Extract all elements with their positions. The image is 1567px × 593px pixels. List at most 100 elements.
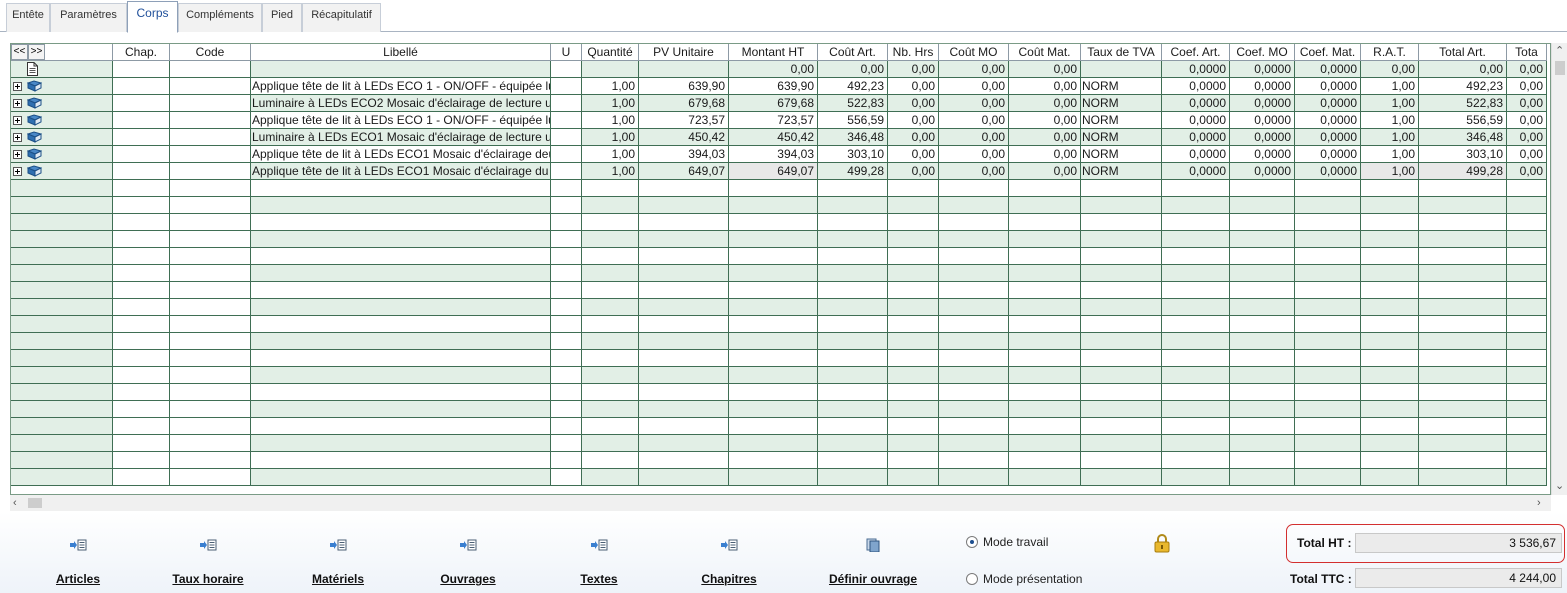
cell-cout-mat[interactable] bbox=[1009, 435, 1081, 452]
cell-total-art[interactable] bbox=[1419, 316, 1507, 333]
cell-montant-ht[interactable]: 639,90 bbox=[729, 78, 818, 95]
cell-cout-mo[interactable] bbox=[939, 418, 1009, 435]
cell-quantite[interactable] bbox=[582, 350, 639, 367]
empty-row[interactable] bbox=[11, 299, 1550, 316]
cell-coef-mat[interactable] bbox=[1295, 350, 1361, 367]
cell-cout-mat[interactable] bbox=[1009, 384, 1081, 401]
scroll-columns-left-button[interactable]: << bbox=[11, 44, 28, 60]
cell-coef-mat[interactable] bbox=[1295, 197, 1361, 214]
cell-libelle[interactable]: Applique tête de lit à LEDs ECO 1 - ON/O… bbox=[251, 78, 551, 95]
cell-cout-mat[interactable] bbox=[1009, 333, 1081, 350]
cell-coef-art[interactable] bbox=[1162, 384, 1230, 401]
lock-icon[interactable] bbox=[1153, 533, 1171, 553]
cell-chap[interactable] bbox=[113, 367, 170, 384]
cell-libelle[interactable] bbox=[251, 61, 551, 78]
scroll-columns-right-button[interactable]: >> bbox=[28, 44, 45, 60]
cell-pv-unitaire[interactable]: 394,03 bbox=[639, 146, 729, 163]
cell-coef-mat[interactable] bbox=[1295, 469, 1361, 486]
cell-rat[interactable]: 1,00 bbox=[1361, 146, 1419, 163]
expand-icon[interactable] bbox=[13, 150, 22, 159]
cell-nb-hrs[interactable] bbox=[888, 248, 939, 265]
cell-nb-hrs[interactable] bbox=[888, 214, 939, 231]
cell-total[interactable] bbox=[1507, 231, 1547, 248]
cell-coef-art[interactable] bbox=[1162, 350, 1230, 367]
column-header-code[interactable]: Code bbox=[170, 44, 251, 61]
cell-rat[interactable] bbox=[1361, 367, 1419, 384]
mode-presentation-radio[interactable]: Mode présentation bbox=[966, 572, 1082, 586]
table-row-2[interactable]: Applique tête de lit à LEDs ECO 1 - ON/O… bbox=[11, 112, 1550, 129]
cell-cout-mat[interactable] bbox=[1009, 299, 1081, 316]
cell-total-art[interactable]: 492,23 bbox=[1419, 78, 1507, 95]
cell-montant-ht[interactable] bbox=[729, 265, 818, 282]
expand-icon[interactable] bbox=[13, 116, 22, 125]
column-header-rat[interactable]: R.A.T. bbox=[1361, 44, 1419, 61]
cell-total-art[interactable]: 556,59 bbox=[1419, 112, 1507, 129]
cell-unite[interactable] bbox=[551, 367, 582, 384]
column-header-cout-mo[interactable]: Coût MO bbox=[939, 44, 1009, 61]
cell-unite[interactable] bbox=[551, 78, 582, 95]
cell-cout-mat[interactable] bbox=[1009, 282, 1081, 299]
cell-rat[interactable]: 1,00 bbox=[1361, 95, 1419, 112]
empty-row[interactable] bbox=[11, 265, 1550, 282]
cell-montant-ht[interactable] bbox=[729, 401, 818, 418]
cell-libelle[interactable] bbox=[251, 350, 551, 367]
cell-cout-mat[interactable]: 0,00 bbox=[1009, 146, 1081, 163]
cell-unite[interactable] bbox=[551, 61, 582, 78]
cell-cout-mo[interactable]: 0,00 bbox=[939, 61, 1009, 78]
cell-cout-art[interactable]: 346,48 bbox=[818, 129, 888, 146]
expand-icon[interactable] bbox=[13, 133, 22, 142]
cell-total[interactable] bbox=[1507, 180, 1547, 197]
cell-total-art[interactable] bbox=[1419, 248, 1507, 265]
cell-pv-unitaire[interactable] bbox=[639, 469, 729, 486]
cell-pv-unitaire[interactable] bbox=[639, 333, 729, 350]
cell-chap[interactable] bbox=[113, 282, 170, 299]
column-header-coef-mo[interactable]: Coef. MO bbox=[1230, 44, 1295, 61]
cell-unite[interactable] bbox=[551, 163, 582, 180]
cell-coef-art[interactable]: 0,0000 bbox=[1162, 163, 1230, 180]
cell-nb-hrs[interactable] bbox=[888, 197, 939, 214]
cell-coef-art[interactable] bbox=[1162, 231, 1230, 248]
cell-cout-art[interactable] bbox=[818, 316, 888, 333]
cell-rat[interactable] bbox=[1361, 401, 1419, 418]
cell-unite[interactable] bbox=[551, 248, 582, 265]
cell-total-art[interactable] bbox=[1419, 401, 1507, 418]
cell-chap[interactable] bbox=[113, 299, 170, 316]
cell-montant-ht[interactable] bbox=[729, 316, 818, 333]
cell-coef-mat[interactable] bbox=[1295, 299, 1361, 316]
chapitres-button[interactable]: Chapitres bbox=[664, 512, 794, 593]
cell-rat[interactable] bbox=[1361, 197, 1419, 214]
cell-cout-mat[interactable] bbox=[1009, 418, 1081, 435]
cell-coef-mo[interactable] bbox=[1230, 401, 1295, 418]
cell-libelle[interactable] bbox=[251, 469, 551, 486]
cell-coef-art[interactable] bbox=[1162, 180, 1230, 197]
cell-rat[interactable] bbox=[1361, 469, 1419, 486]
cell-quantite[interactable] bbox=[582, 401, 639, 418]
cell-code[interactable] bbox=[170, 231, 251, 248]
cell-rat[interactable] bbox=[1361, 299, 1419, 316]
cell-cout-mat[interactable]: 0,00 bbox=[1009, 112, 1081, 129]
cell-libelle[interactable] bbox=[251, 282, 551, 299]
cell-cout-mo[interactable] bbox=[939, 350, 1009, 367]
cell-nb-hrs[interactable]: 0,00 bbox=[888, 95, 939, 112]
cell-rat[interactable] bbox=[1361, 350, 1419, 367]
cell-unite[interactable] bbox=[551, 214, 582, 231]
cell-coef-mo[interactable] bbox=[1230, 452, 1295, 469]
column-header-cout-mat[interactable]: Coût Mat. bbox=[1009, 44, 1081, 61]
column-header-pv-unitaire[interactable]: PV Unitaire bbox=[639, 44, 729, 61]
column-header-nb-hrs[interactable]: Nb. Hrs bbox=[888, 44, 939, 61]
cell-cout-art[interactable] bbox=[818, 367, 888, 384]
cell-code[interactable] bbox=[170, 163, 251, 180]
cell-total[interactable] bbox=[1507, 401, 1547, 418]
cell-code[interactable] bbox=[170, 333, 251, 350]
cell-coef-mo[interactable] bbox=[1230, 316, 1295, 333]
cell-pv-unitaire[interactable] bbox=[639, 214, 729, 231]
cell-montant-ht[interactable] bbox=[729, 418, 818, 435]
cell-unite[interactable] bbox=[551, 231, 582, 248]
cell-chap[interactable] bbox=[113, 265, 170, 282]
cell-pv-unitaire[interactable] bbox=[639, 61, 729, 78]
cell-coef-mo[interactable]: 0,0000 bbox=[1230, 146, 1295, 163]
cell-montant-ht[interactable] bbox=[729, 452, 818, 469]
cell-code[interactable] bbox=[170, 214, 251, 231]
cell-total-art[interactable] bbox=[1419, 350, 1507, 367]
cell-cout-art[interactable]: 303,10 bbox=[818, 146, 888, 163]
